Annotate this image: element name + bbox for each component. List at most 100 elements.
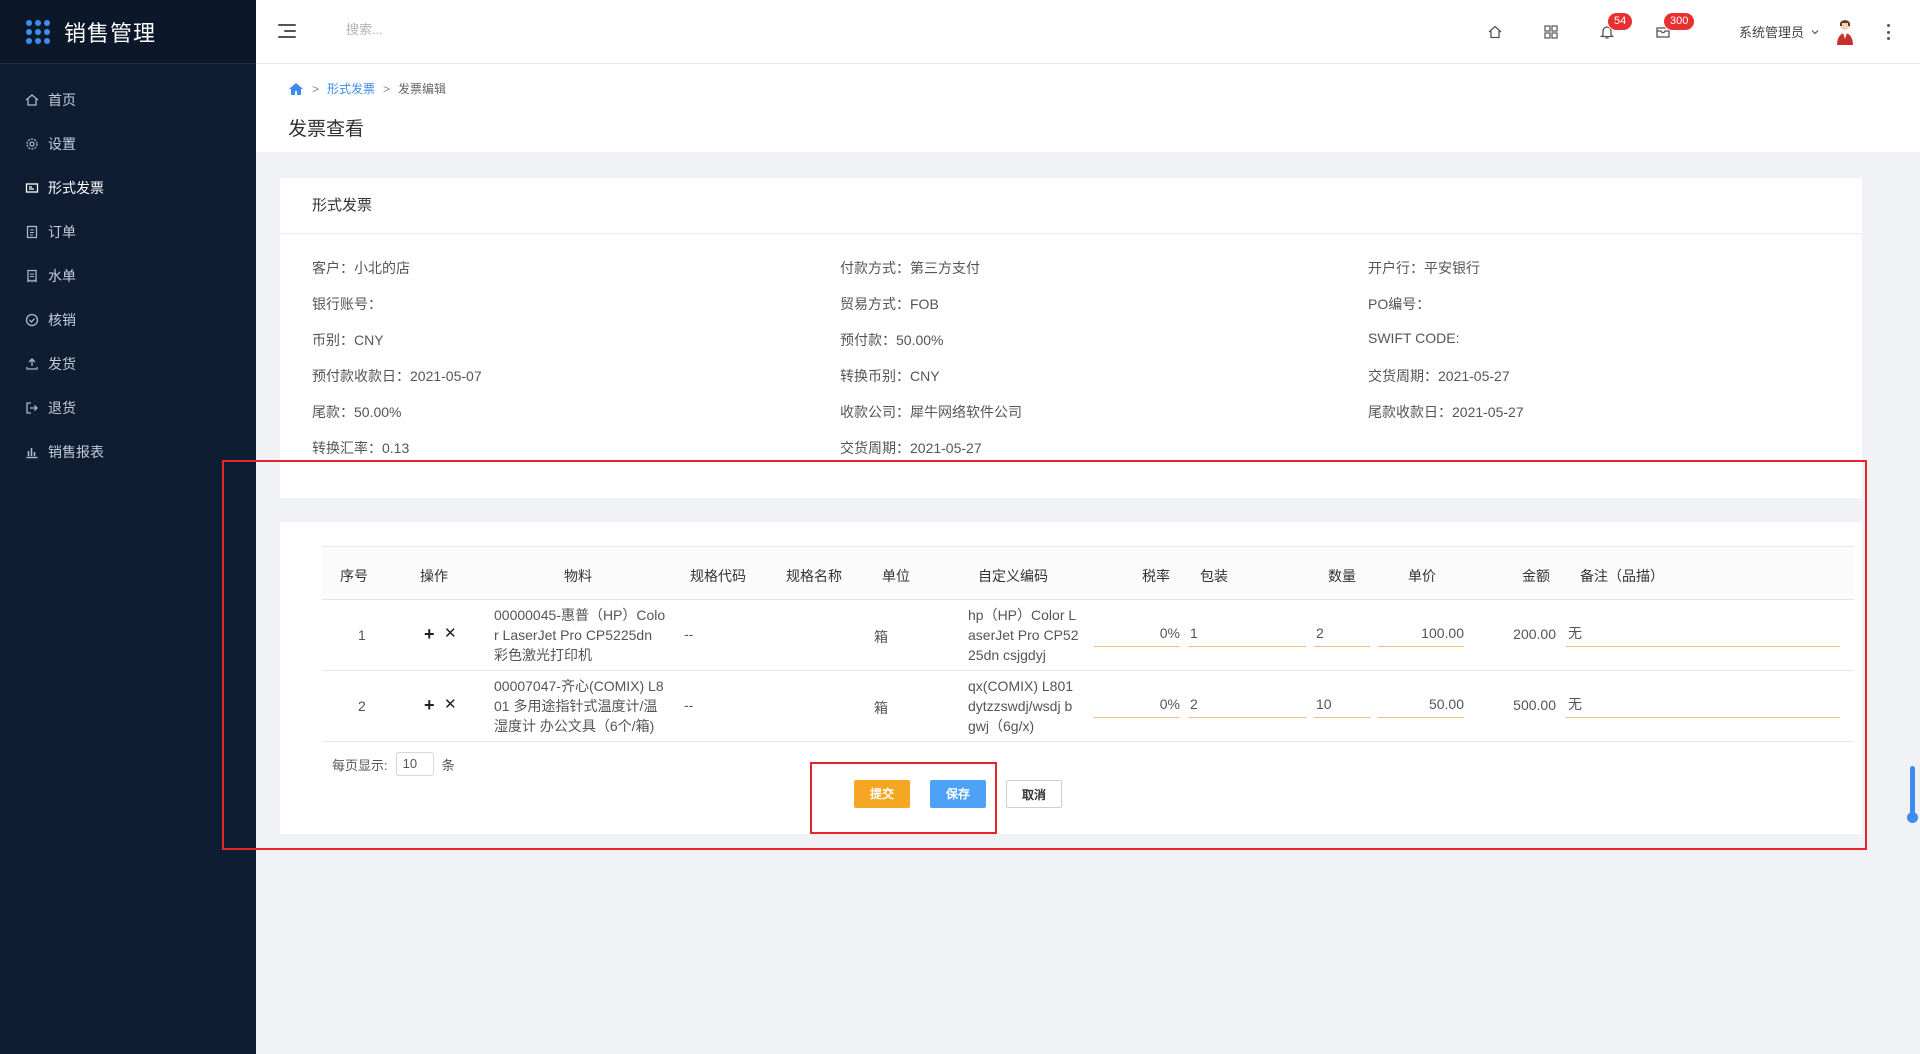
- col-amount: 金额: [1522, 568, 1550, 584]
- tax-rate-input[interactable]: 0%: [1094, 621, 1180, 647]
- messages-icon[interactable]: 300: [1651, 12, 1696, 44]
- field-value: 第三方支付: [910, 260, 980, 276]
- qty-input[interactable]: 10: [1314, 692, 1370, 718]
- invoice-field: 银行账号：: [312, 294, 382, 314]
- col-material: 物料: [564, 568, 592, 584]
- save-button[interactable]: 保存: [930, 780, 986, 808]
- invoice-info-card: 形式发票 客户：小北的店 付款方式：第三方支付 开户行：平安银行 银行账号： 贸易方式：…: [280, 178, 1862, 498]
- field-value: 2021-05-27: [1438, 368, 1510, 384]
- invoice-field: 客户：小北的店: [312, 258, 410, 278]
- qty-input[interactable]: 2: [1314, 621, 1370, 647]
- pack-input[interactable]: 1: [1188, 621, 1306, 647]
- invoice-field: 尾款收款日：2021-05-27: [1368, 402, 1524, 422]
- row-unit: 箱: [874, 629, 888, 645]
- row-material: 00007047-齐心(COMIX) L8 01 多用途指针式温度计/温 湿度计 办…: [494, 678, 664, 734]
- pack-input[interactable]: 2: [1188, 692, 1306, 718]
- remark-input[interactable]: 无: [1566, 621, 1840, 647]
- gear-icon: [24, 137, 40, 151]
- field-value: 0.13: [382, 440, 410, 456]
- app-logo[interactable]: 销售管理: [0, 0, 256, 64]
- page-size-label: 每页显示:: [332, 757, 388, 773]
- field-label: 贸易方式：: [840, 296, 910, 312]
- field-label: 预付款：: [840, 332, 896, 348]
- field-value: 50.00%: [896, 332, 944, 348]
- table-row: 2 + ✕ 00007047-齐心(COMIX) L8 01 多用途指针式温度计/…: [322, 671, 1854, 742]
- notification-bell-icon[interactable]: 54: [1595, 12, 1634, 44]
- remark-input[interactable]: 无: [1566, 692, 1840, 718]
- cancel-button[interactable]: 取消: [1006, 780, 1062, 808]
- sidebar-item-home[interactable]: 首页: [0, 78, 256, 122]
- field-value: 犀牛网络软件公司: [910, 404, 1022, 420]
- field-value: 2021-05-07: [410, 368, 482, 384]
- scroll-handle[interactable]: [1907, 812, 1918, 823]
- invoice-field: SWIFT CODE:: [1368, 330, 1460, 346]
- delete-row-icon[interactable]: ✕: [444, 625, 457, 643]
- order-icon: [24, 225, 40, 239]
- invoice-field: PO编号：: [1368, 294, 1430, 314]
- sidebar-item-settings[interactable]: 设置: [0, 122, 256, 166]
- sidebar-item-returns[interactable]: 退货: [0, 386, 256, 430]
- breadcrumb-separator: >: [383, 81, 391, 96]
- app-title: 销售管理: [64, 20, 157, 46]
- field-label: 开户行：: [1368, 260, 1424, 276]
- home-icon[interactable]: [288, 82, 304, 96]
- field-label: 客户：: [312, 260, 354, 276]
- home-shortcut-icon[interactable]: [1483, 20, 1507, 44]
- field-value: 50.00%: [354, 404, 402, 420]
- price-input[interactable]: 100.00: [1378, 621, 1464, 647]
- row-seq: 1: [358, 627, 366, 643]
- col-actions: 操作: [420, 568, 448, 584]
- col-tax: 税率: [1142, 568, 1170, 584]
- user-menu[interactable]: 系统管理员: [1739, 22, 1820, 41]
- apps-icon[interactable]: [1539, 20, 1563, 44]
- page-size-control: 每页显示: 10 条: [332, 752, 455, 776]
- sidebar-item-proforma-invoice[interactable]: 形式发票: [0, 166, 256, 210]
- sidebar-item-shipping[interactable]: 发货: [0, 342, 256, 386]
- field-value: 平安银行: [1424, 260, 1480, 276]
- invoice-field: 预付款：50.00%: [840, 330, 943, 350]
- table-header: 序号 操作 物料 规格代码 规格名称 单位 自定义编码 税率 包装 数量 单价 …: [322, 546, 1854, 600]
- search-input[interactable]: [346, 22, 586, 37]
- col-custom-code: 自定义编码: [978, 568, 1048, 584]
- upload-icon: [24, 357, 40, 371]
- sidebar-item-receipts[interactable]: 水单: [0, 254, 256, 298]
- col-spec-code: 规格代码: [690, 568, 746, 584]
- sidebar-item-label: 形式发票: [48, 180, 104, 196]
- chevron-down-icon: [1811, 29, 1819, 34]
- sidebar: 销售管理 首页 设置 形式发票 订单 水单 核销 发货 退货 销售报表: [0, 0, 256, 1054]
- add-row-icon[interactable]: +: [424, 696, 435, 714]
- invoice-field: 转换币别：CNY: [840, 366, 940, 386]
- top-bar: 54 300 系统管理员: [256, 0, 1920, 64]
- breadcrumb-separator: >: [312, 81, 320, 96]
- invoice-field: 贸易方式：FOB: [840, 294, 939, 314]
- tax-rate-input[interactable]: 0%: [1094, 692, 1180, 718]
- return-icon: [24, 401, 40, 415]
- delete-row-icon[interactable]: ✕: [444, 696, 457, 714]
- apps-grid-icon: [26, 19, 50, 44]
- page-size-suffix: 条: [441, 757, 455, 773]
- submit-button[interactable]: 提交: [854, 780, 910, 808]
- table-row: 1 + ✕ 00000045-惠普（HP）Colo r LaserJet Pro …: [322, 600, 1854, 671]
- invoice-field: 转换汇率：0.13: [312, 438, 409, 458]
- home-icon: [24, 93, 40, 107]
- menu-toggle-icon[interactable]: [278, 22, 298, 40]
- sidebar-item-sales-report[interactable]: 销售报表: [0, 430, 256, 474]
- sidebar-item-writeoff[interactable]: 核销: [0, 298, 256, 342]
- row-spec-code: --: [684, 697, 694, 713]
- breadcrumb-link-proforma[interactable]: 形式发票: [327, 80, 375, 97]
- add-row-icon[interactable]: +: [424, 625, 435, 643]
- price-input[interactable]: 50.00: [1378, 692, 1464, 718]
- field-label: 币别：: [312, 332, 354, 348]
- avatar[interactable]: [1834, 18, 1856, 46]
- field-label: PO编号：: [1368, 296, 1431, 312]
- sidebar-item-orders[interactable]: 订单: [0, 210, 256, 254]
- sidebar-item-label: 订单: [48, 224, 76, 240]
- col-unit: 单位: [882, 568, 910, 584]
- field-value: 小北的店: [354, 260, 410, 276]
- field-label: 交货周期：: [1368, 368, 1438, 384]
- field-label: 预付款收款日：: [312, 368, 410, 384]
- page-size-input[interactable]: 10: [395, 752, 434, 776]
- field-value: CNY: [354, 332, 384, 348]
- row-amount: 500.00: [1513, 697, 1556, 713]
- more-options-icon[interactable]: [1882, 22, 1894, 42]
